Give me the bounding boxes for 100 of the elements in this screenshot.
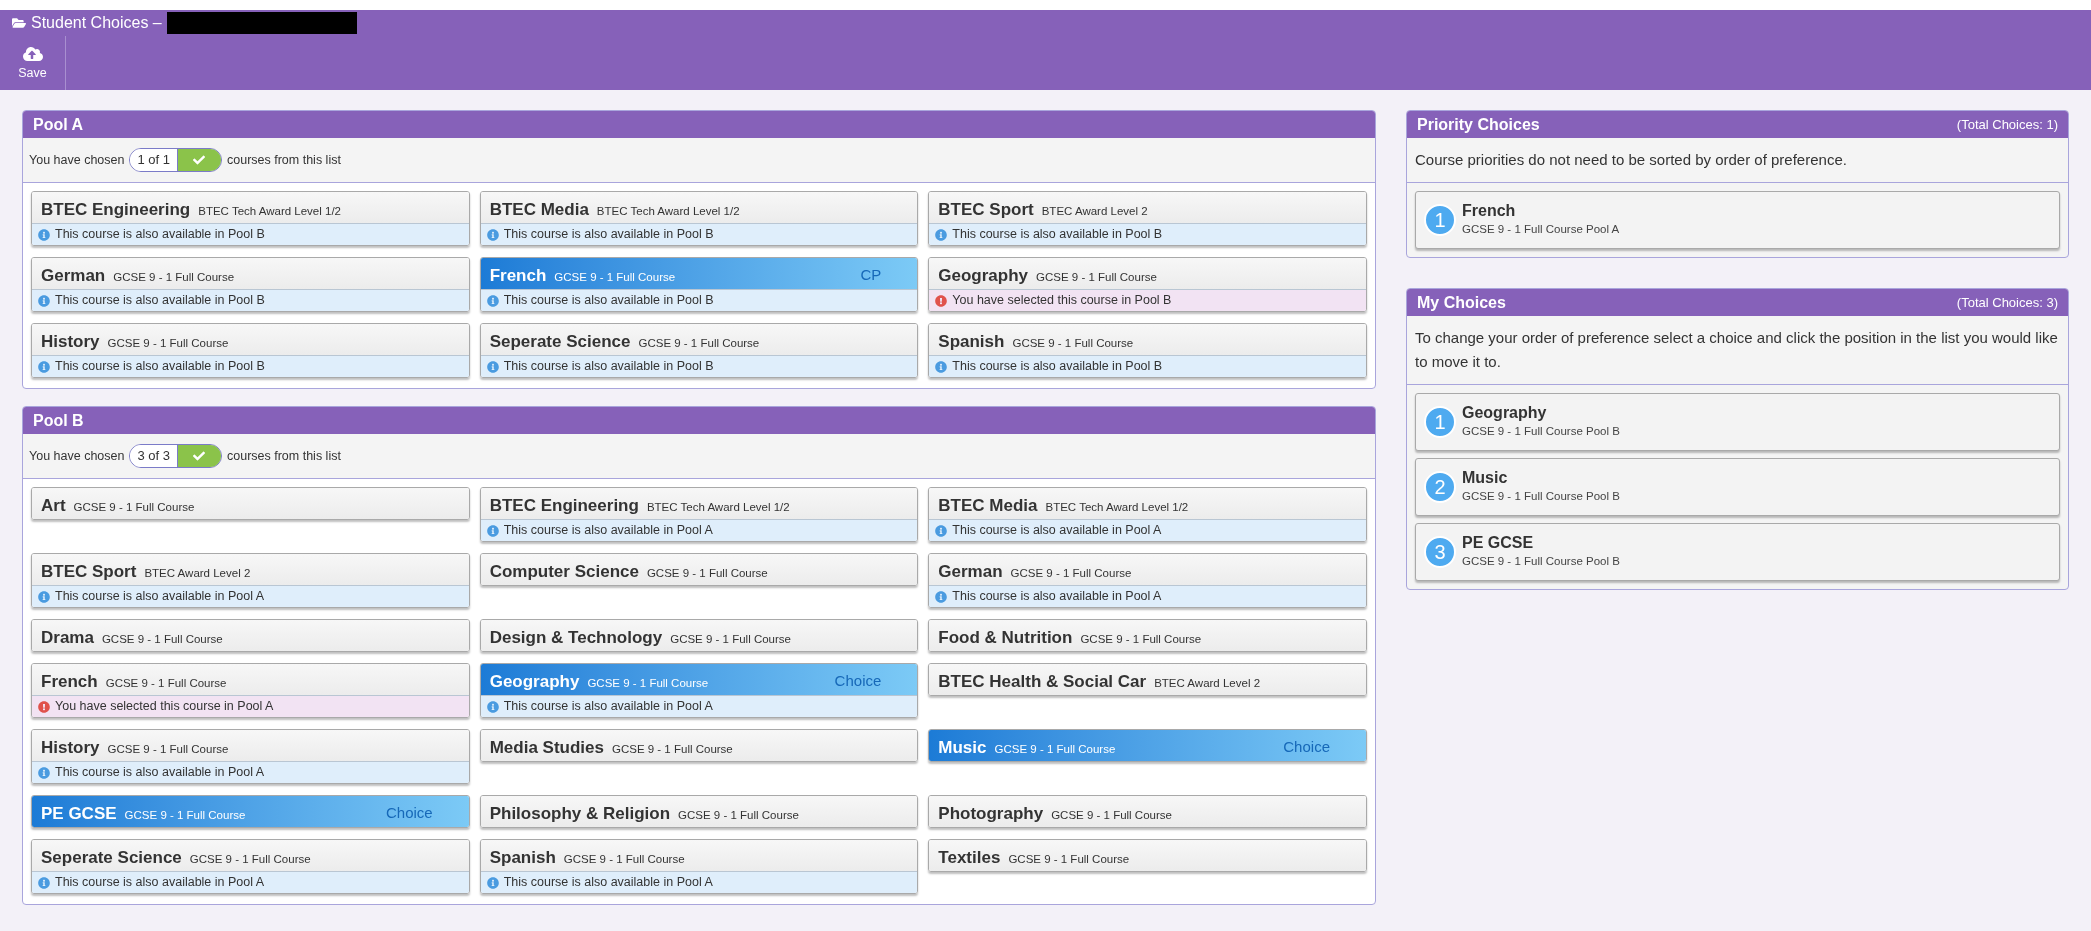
course-level: GCSE 9 - 1 Full Course — [670, 632, 791, 647]
course-level: GCSE 9 - 1 Full Course — [107, 742, 229, 757]
course-name: German — [938, 561, 1003, 583]
check-icon — [193, 450, 206, 462]
rank-badge: 1 — [1424, 406, 1456, 438]
course-level: GCSE 9 - 1 Full Course — [73, 500, 195, 515]
course-name: BTEC Engineering — [41, 199, 191, 221]
choice-item[interactable]: 2 Music GCSE 9 - 1 Full Course Pool B — [1415, 458, 2060, 516]
course-level: GCSE 9 - 1 Full Course — [611, 742, 733, 757]
course-card[interactable]: BTEC Sport BTEC Award Level 2 This course is also available in Pool A — [31, 553, 470, 608]
course-tag: Choice — [385, 802, 433, 825]
course-card[interactable]: BTEC Engineering BTEC Tech Award Level 1/2 This course is also available in Pool B — [31, 191, 470, 246]
course-name: French — [41, 671, 98, 693]
course-card[interactable]: Geography GCSE 9 - 1 Full Course You have selected this course in Pool B — [928, 257, 1367, 312]
course-level: GCSE 9 - 1 Full Course — [189, 852, 311, 867]
course-card[interactable]: History GCSE 9 - 1 Full Course This course is also available in Pool A — [31, 729, 470, 784]
choice-item[interactable]: 1 French GCSE 9 - 1 Full Course Pool A — [1415, 191, 2060, 249]
course-level: GCSE 9 - 1 Full Course — [1008, 852, 1130, 867]
course-name: History — [41, 737, 100, 759]
course-card[interactable]: German GCSE 9 - 1 Full Course This course is also available in Pool B — [31, 257, 470, 312]
course-card[interactable]: Computer Science GCSE 9 - 1 Full Course — [479, 553, 919, 586]
course-level: GCSE 9 - 1 Full Course — [1036, 270, 1157, 285]
course-card[interactable]: PE GCSE GCSE 9 - 1 Full Course Choice — [31, 795, 470, 828]
choice-detail: GCSE 9 - 1 Full Course Pool B — [1462, 424, 1620, 440]
choice-name: Geography — [1462, 403, 1548, 424]
window-title: Student Choices – — [31, 13, 162, 33]
course-level: BTEC Award Level 2 — [1041, 204, 1148, 219]
panel-title: Priority Choices — [1417, 114, 1540, 135]
panel-title: My Choices — [1417, 292, 1506, 313]
course-name: PE GCSE — [41, 803, 117, 825]
choice-name: French — [1462, 201, 1517, 222]
info-icon — [486, 360, 499, 373]
alert-icon — [935, 294, 948, 307]
course-card[interactable]: Art GCSE 9 - 1 Full Course — [31, 487, 470, 520]
info-icon — [935, 360, 948, 373]
info-icon — [38, 876, 50, 889]
course-note: This course is also available in Pool A — [929, 585, 1366, 607]
panel-description: Course priorities do not need to be sorted by order of preference. — [1407, 138, 2068, 183]
info-icon — [935, 524, 948, 537]
course-card[interactable]: Seperate Science GCSE 9 - 1 Full Course This course is also available in Pool B — [479, 323, 919, 378]
choice-item[interactable]: 3 PE GCSE GCSE 9 - 1 Full Course Pool B — [1415, 523, 2060, 581]
course-card[interactable]: History GCSE 9 - 1 Full Course This course is also available in Pool B — [31, 323, 470, 378]
course-name: German — [41, 265, 106, 287]
info-icon — [38, 766, 50, 779]
course-name: Seperate Science — [41, 847, 182, 869]
course-card[interactable]: Geography GCSE 9 - 1 Full Course Choice This course is also available in Pool A — [479, 663, 919, 718]
course-name: BTEC Health & Social Car — [938, 671, 1147, 693]
course-card[interactable]: Media Studies GCSE 9 - 1 Full Course — [479, 729, 919, 762]
course-level: GCSE 9 - 1 Full Course — [563, 852, 685, 867]
course-level: GCSE 9 - 1 Full Course — [678, 808, 799, 823]
course-name: History — [41, 331, 100, 353]
panel-description: To change your order of preference select a choice and click the position in the list you would like to move it to. — [1407, 316, 2068, 385]
course-name: French — [489, 265, 547, 287]
course-card[interactable]: Textiles GCSE 9 - 1 Full Course — [928, 839, 1367, 872]
info-icon — [486, 700, 499, 713]
course-note: This course is also available in Pool A — [480, 871, 918, 893]
course-note: This course is also available in Pool B — [32, 223, 469, 245]
course-name: Geography — [938, 265, 1029, 287]
course-level: GCSE 9 - 1 Full Course — [101, 632, 223, 647]
course-card[interactable]: BTEC Health & Social Car BTEC Award Level 2 — [928, 663, 1367, 696]
course-card[interactable]: Drama GCSE 9 - 1 Full Course — [31, 619, 470, 652]
course-card[interactable]: French GCSE 9 - 1 Full Course You have selected this course in Pool A — [31, 663, 470, 718]
course-name: BTEC Engineering — [489, 495, 639, 517]
choice-item[interactable]: 1 Geography GCSE 9 - 1 Full Course Pool B — [1415, 393, 2060, 451]
course-card[interactable]: Design & Technology GCSE 9 - 1 Full Course — [479, 619, 919, 652]
course-card[interactable]: BTEC Engineering BTEC Tech Award Level 1/2 This course is also available in Pool A — [479, 487, 919, 542]
course-card[interactable]: Food & Nutrition GCSE 9 - 1 Full Course — [928, 619, 1367, 652]
course-card[interactable]: BTEC Media BTEC Tech Award Level 1/2 This course is also available in Pool B — [479, 191, 919, 246]
count-badge: 1 of 1 — [129, 148, 222, 172]
course-name: Music — [938, 737, 987, 759]
course-card[interactable]: Spanish GCSE 9 - 1 Full Course This course is also available in Pool B — [928, 323, 1367, 378]
course-tag: Choice — [1283, 736, 1330, 759]
course-level: GCSE 9 - 1 Full Course — [1012, 336, 1134, 351]
choice-name: Music — [1462, 468, 1509, 489]
course-card[interactable]: Photography GCSE 9 - 1 Full Course — [928, 795, 1367, 828]
course-card[interactable]: Seperate Science GCSE 9 - 1 Full Course This course is also available in Pool A — [31, 839, 470, 894]
course-level: GCSE 9 - 1 Full Course — [646, 566, 768, 581]
course-name: Design & Technology — [489, 627, 663, 649]
course-card[interactable]: German GCSE 9 - 1 Full Course This course is also available in Pool A — [928, 553, 1367, 608]
course-card[interactable]: Music GCSE 9 - 1 Full Course Choice — [928, 729, 1367, 762]
info-icon — [935, 590, 948, 603]
choice-detail: GCSE 9 - 1 Full Course Pool B — [1462, 554, 1620, 570]
course-name: Photography — [938, 803, 1044, 825]
folder-icon — [12, 16, 26, 30]
chosen-label: courses from this list — [227, 151, 341, 169]
course-note: This course is also available in Pool A — [480, 695, 918, 717]
course-card[interactable]: Spanish GCSE 9 - 1 Full Course This course is also available in Pool A — [479, 839, 919, 894]
course-name: Spanish — [938, 331, 1005, 353]
course-card[interactable]: French GCSE 9 - 1 Full Course CP This course is also available in Pool B — [479, 257, 919, 312]
course-tag: CP — [860, 264, 882, 287]
course-card[interactable]: Philosophy & Religion GCSE 9 - 1 Full Course — [479, 795, 919, 828]
choice-name: PE GCSE — [1462, 533, 1535, 554]
total-choices: (Total Choices: 3) — [1956, 293, 2058, 312]
course-note: This course is also available in Pool B — [32, 355, 469, 377]
course-card[interactable]: BTEC Media BTEC Tech Award Level 1/2 This course is also available in Pool A — [928, 487, 1367, 542]
chosen-label: You have chosen — [29, 447, 125, 465]
pool-title: Pool A — [23, 111, 1375, 138]
course-card[interactable]: BTEC Sport BTEC Award Level 2 This course is also available in Pool B — [928, 191, 1367, 246]
course-note: This course is also available in Pool A — [929, 519, 1366, 541]
course-level: BTEC Award Level 2 — [144, 566, 251, 581]
